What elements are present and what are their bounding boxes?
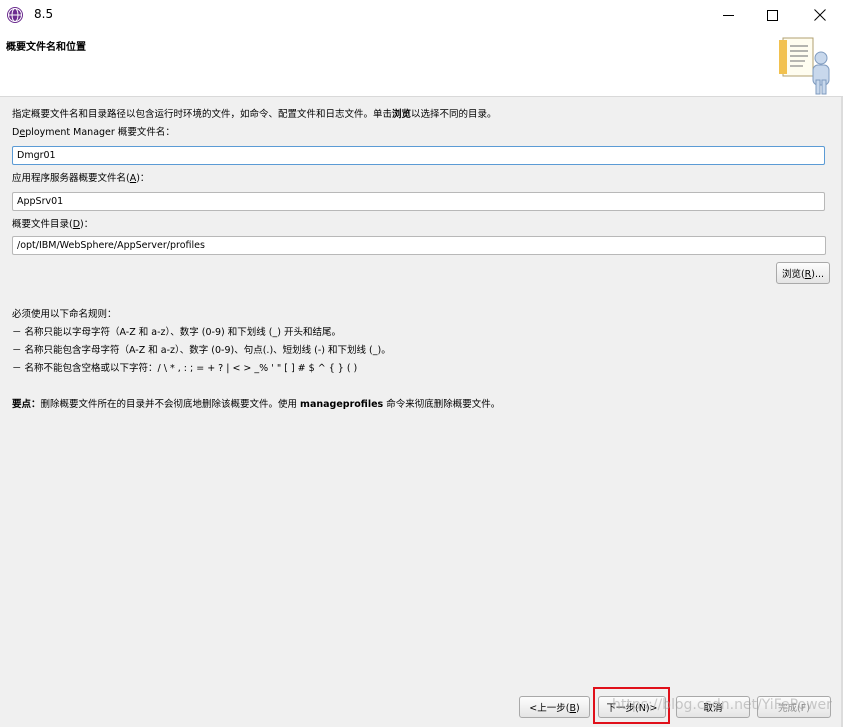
intro-suffix: 以选择不同的目录。	[411, 109, 497, 120]
document-person-icon	[777, 36, 839, 96]
dmgr-label: Deployment Manager 概要文件名：	[12, 127, 175, 139]
back-label-prefix: <上一步(	[529, 703, 570, 714]
profile-directory-input[interactable]: /opt/IBM/WebSphere/AppServer/profiles	[12, 236, 826, 255]
note-text-1: 删除概要文件所在的目录并不会彻底地删除该概要文件。使用	[40, 399, 301, 410]
naming-rule-1: － 名称只能以字母字符（A-Z 和 a-z）、数字 (0-9) 和下划线 (_)…	[12, 327, 341, 338]
page-title: 概要文件名和位置	[6, 42, 86, 53]
naming-rule-3: － 名称不能包含空格或以下字符：/ \ * , : ; = + ? | < > …	[12, 363, 358, 374]
browse-label-suffix: )...	[811, 269, 825, 280]
directory-label: 概要文件目录(D)：	[12, 219, 93, 231]
directory-label-prefix: 概要文件目录(	[12, 219, 73, 230]
note-label: 要点：	[12, 399, 41, 410]
close-icon	[814, 9, 826, 21]
naming-rules-heading: 必须使用以下命名规则：	[12, 309, 117, 320]
window-title: 8.5	[34, 7, 54, 21]
back-button[interactable]: <上一步(B)	[519, 696, 590, 718]
appserver-label: 应用程序服务器概要文件名(A)：	[12, 173, 149, 185]
maximize-button[interactable]	[749, 0, 795, 30]
note-text-2: 命令来彻底删除概要文件。	[383, 399, 501, 410]
maximize-icon	[766, 9, 778, 21]
intro-prefix: 指定概要文件名和目录路径以包含运行时环境的文件，如命令、配置文件和日志文件。单击	[12, 109, 393, 120]
minimize-button[interactable]	[705, 0, 751, 30]
browse-label-prefix: 浏览(	[781, 269, 805, 280]
watermark: https://blog.csdn.net/YiFePower	[612, 697, 832, 713]
intro-bold: 浏览	[392, 109, 412, 120]
note-command: manageprofiles	[300, 399, 384, 410]
dmgr-label-suffix: ployment Manager 概要文件名：	[25, 127, 175, 138]
title-bar: 8.5	[0, 0, 843, 30]
globe-icon	[6, 6, 24, 24]
back-label-suffix: )	[575, 703, 580, 714]
header-banner: 概要文件名和位置	[0, 30, 843, 97]
appserver-label-suffix: )：	[136, 173, 150, 184]
directory-label-mnemonic: D	[72, 219, 81, 230]
dmgr-profile-input[interactable]: Dmgr01	[12, 146, 825, 165]
appserver-label-prefix: 应用程序服务器概要文件名(	[12, 173, 130, 184]
intro-text: 指定概要文件名和目录路径以包含运行时环境的文件，如命令、配置文件和日志文件。单击…	[12, 109, 497, 121]
close-button[interactable]	[797, 0, 843, 30]
appserver-profile-input[interactable]: AppSrv01	[12, 192, 825, 211]
naming-rule-2: － 名称只能包含字母字符（A-Z 和 a-z）、数字 (0-9)、句点(.)、短…	[12, 345, 391, 356]
minimize-icon	[722, 10, 734, 21]
directory-label-suffix: )：	[80, 219, 94, 230]
browse-button[interactable]: 浏览(R)...	[776, 262, 830, 284]
important-note: 要点：删除概要文件所在的目录并不会彻底地删除该概要文件。使用 managepro…	[12, 399, 500, 411]
